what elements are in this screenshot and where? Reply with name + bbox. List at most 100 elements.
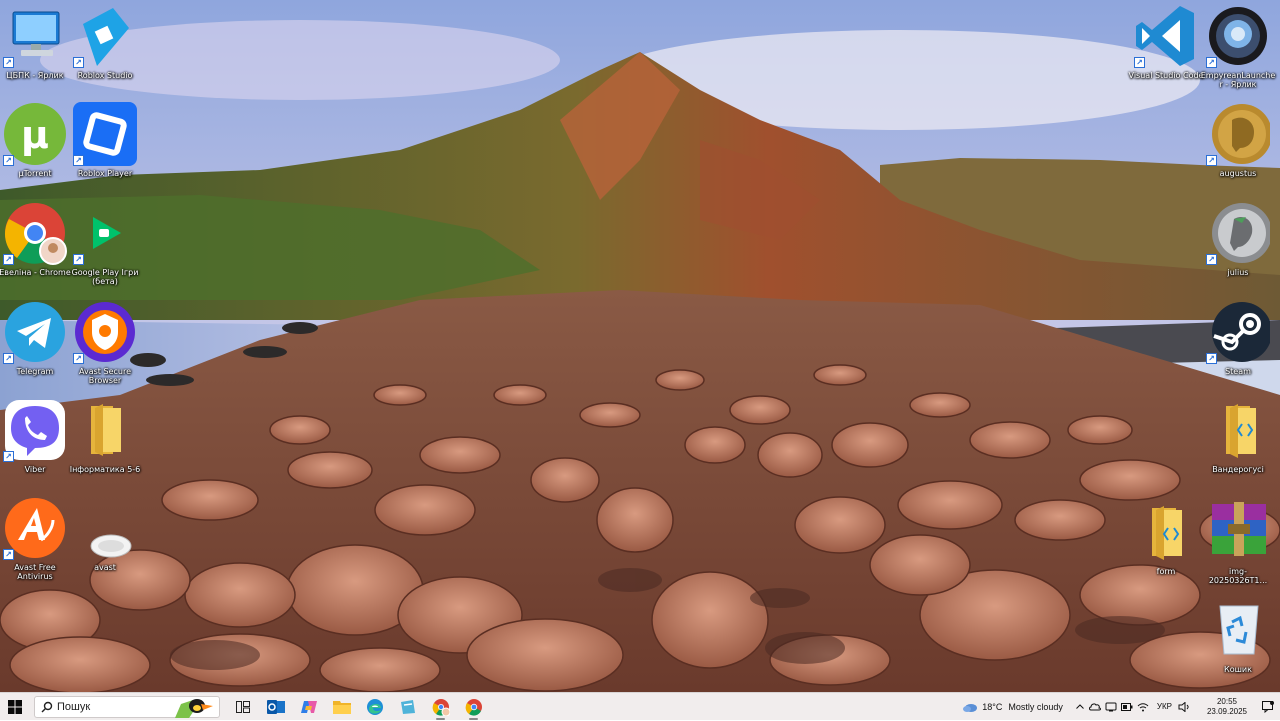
desktop-icon-roblox-player[interactable]: Roblox Player [67, 102, 143, 178]
augustus-coin-icon [1206, 102, 1272, 166]
tray-volume[interactable] [1176, 693, 1192, 721]
clock-time: 20:55 [1216, 696, 1238, 706]
clock[interactable]: 20:55 23.09.2025 [1198, 693, 1256, 721]
desktop-icon-chrome-profile[interactable]: Евеліна - Chrome [0, 201, 73, 277]
taskbar-copilot[interactable] [292, 693, 325, 721]
tray-bluetooth-manager[interactable] [1103, 693, 1119, 721]
empyrean-launcher-icon [1206, 4, 1270, 68]
desktop-icon-label: form [1156, 567, 1176, 576]
desktop-icon-label: Avast Free Antivirus [14, 563, 56, 581]
taskbar-outlook[interactable] [259, 693, 292, 721]
winrar-archive-icon [1206, 500, 1270, 564]
weather-temp: 18°C [982, 701, 1003, 712]
tray-battery[interactable] [1119, 693, 1135, 721]
search-highlight-toucan-icon [175, 698, 213, 718]
onedrive-cloud-icon [1088, 702, 1101, 710]
desktop-icon-vanderogusi-folder[interactable]: Вандерогусі [1200, 398, 1276, 474]
shortcut-arrow-icon [3, 451, 14, 462]
desktop-icon-label: Avast Secure Browser [79, 367, 131, 385]
desktop-icon-avast-file[interactable]: avast [67, 496, 143, 572]
desktop-icon-cbpk[interactable]: ЦБПК - Ярлик [0, 4, 73, 80]
battery-icon [1120, 702, 1133, 711]
desktop-icon-informatika-folder[interactable]: Інформатика 5-6 [67, 398, 143, 474]
desktop-icon-viber[interactable]: Viber [0, 398, 73, 474]
taskbar-file-explorer[interactable] [325, 693, 358, 721]
taskbar-chrome[interactable] [457, 693, 490, 721]
outlook-icon [266, 699, 285, 714]
tray-wifi[interactable] [1135, 693, 1151, 721]
shortcut-arrow-icon [73, 155, 84, 166]
desktop-icon-telegram[interactable]: Telegram [0, 300, 73, 376]
desktop-icon-label: Visual Studio Code [1128, 71, 1204, 80]
chrome-profile-icon [432, 698, 450, 716]
desktop-icon-label: Google Play Ігри (бета) [71, 268, 139, 286]
desktop-icon-img-archive[interactable]: img-20250326T1... [1200, 500, 1276, 585]
code-folder-icon [1134, 500, 1198, 564]
roblox-player-icon [73, 102, 137, 166]
desktop-icon-vscode[interactable]: Visual Studio Code [1128, 4, 1204, 80]
file-explorer-icon [332, 700, 351, 714]
steam-icon [1206, 300, 1272, 364]
clock-date: 23.09.2025 [1206, 706, 1248, 716]
shortcut-arrow-icon [1206, 57, 1217, 68]
recycle-bin-icon [1206, 598, 1270, 662]
weather-widget[interactable]: 18°C Mostly cloudy [962, 693, 1063, 721]
desktop-icon-recycle-bin[interactable]: Кошик [1200, 598, 1276, 674]
desktop-icon-julius[interactable]: julius [1200, 201, 1276, 277]
onedrive-app-icon [400, 699, 415, 714]
search-placeholder: Пошук [57, 700, 91, 713]
edge-icon [366, 698, 383, 715]
taskbar-edge[interactable] [358, 693, 391, 721]
desktop-icon-google-play-games[interactable]: Google Play Ігри (бета) [67, 201, 143, 286]
chrome-icon [465, 698, 482, 716]
desktop-icon-label: Steam [1225, 367, 1251, 376]
task-view-icon [235, 700, 250, 713]
desktop-icon-label: Інформатика 5-6 [69, 465, 141, 474]
desktop-icon-label: µTorrent [18, 169, 52, 178]
input-language[interactable]: УКР [1157, 702, 1172, 711]
search-input[interactable]: Пошук [34, 695, 220, 718]
device-icon [1105, 702, 1117, 711]
desktop-icon-label: EmpyreanLauncher - Ярлик [1200, 71, 1276, 89]
desktop-wallpaper [0, 0, 1280, 692]
desktop-icon-label: julius [1227, 268, 1249, 277]
copilot-icon [300, 700, 317, 713]
desktop-icon-utorrent[interactable]: µ µTorrent [0, 102, 73, 178]
task-view-button[interactable] [226, 693, 259, 721]
desktop-icon-label: ЦБПК - Ярлик [6, 71, 64, 80]
show-hidden-icons-button[interactable] [1073, 693, 1087, 721]
viber-icon [3, 398, 67, 462]
desktop-icon-label: avast [94, 563, 116, 572]
telegram-icon [3, 300, 67, 364]
speaker-icon [1178, 701, 1189, 712]
vscode-icon [1134, 4, 1198, 68]
desktop-icon-label: img-20250326T1... [1208, 567, 1268, 585]
desktop-icon-steam[interactable]: Steam [1200, 300, 1276, 376]
shortcut-arrow-icon [3, 155, 14, 166]
folder-icon [73, 398, 137, 462]
tray-onedrive[interactable] [1087, 693, 1103, 721]
shortcut-arrow-icon [73, 254, 84, 265]
desktop-icon-label: Евеліна - Chrome [0, 268, 71, 277]
desktop-icon-form-folder[interactable]: form [1128, 500, 1204, 576]
desktop-icon-empyrean-launcher[interactable]: EmpyreanLauncher - Ярлик [1200, 4, 1276, 89]
shortcut-arrow-icon [1206, 353, 1217, 364]
julius-coin-icon [1206, 201, 1272, 265]
desktop-icon-label: Вандерогусі [1212, 465, 1264, 474]
desktop-icon-roblox-studio[interactable]: Roblox Studio [67, 4, 143, 80]
desktop-icon-label: Viber [24, 465, 46, 474]
desktop-icon-label: Roblox Player [77, 169, 133, 178]
desktop-icon-augustus[interactable]: augustus [1200, 102, 1276, 178]
desktop-icon-avast-secure-browser[interactable]: Avast Secure Browser [67, 300, 143, 385]
taskbar-chrome-profile[interactable] [424, 693, 457, 721]
notifications-button[interactable] [1256, 693, 1280, 721]
desktop-icon-avast-free-antivirus[interactable]: Avast Free Antivirus [0, 496, 73, 581]
chrome-profile-icon [3, 201, 67, 265]
cloudy-weather-icon [963, 703, 978, 712]
taskbar-onedrive-app[interactable] [391, 693, 424, 721]
shortcut-arrow-icon [1206, 254, 1217, 265]
avast-secure-browser-icon [73, 300, 137, 364]
google-play-games-icon [73, 201, 137, 265]
shortcut-arrow-icon [3, 353, 14, 364]
start-button[interactable] [0, 693, 30, 721]
